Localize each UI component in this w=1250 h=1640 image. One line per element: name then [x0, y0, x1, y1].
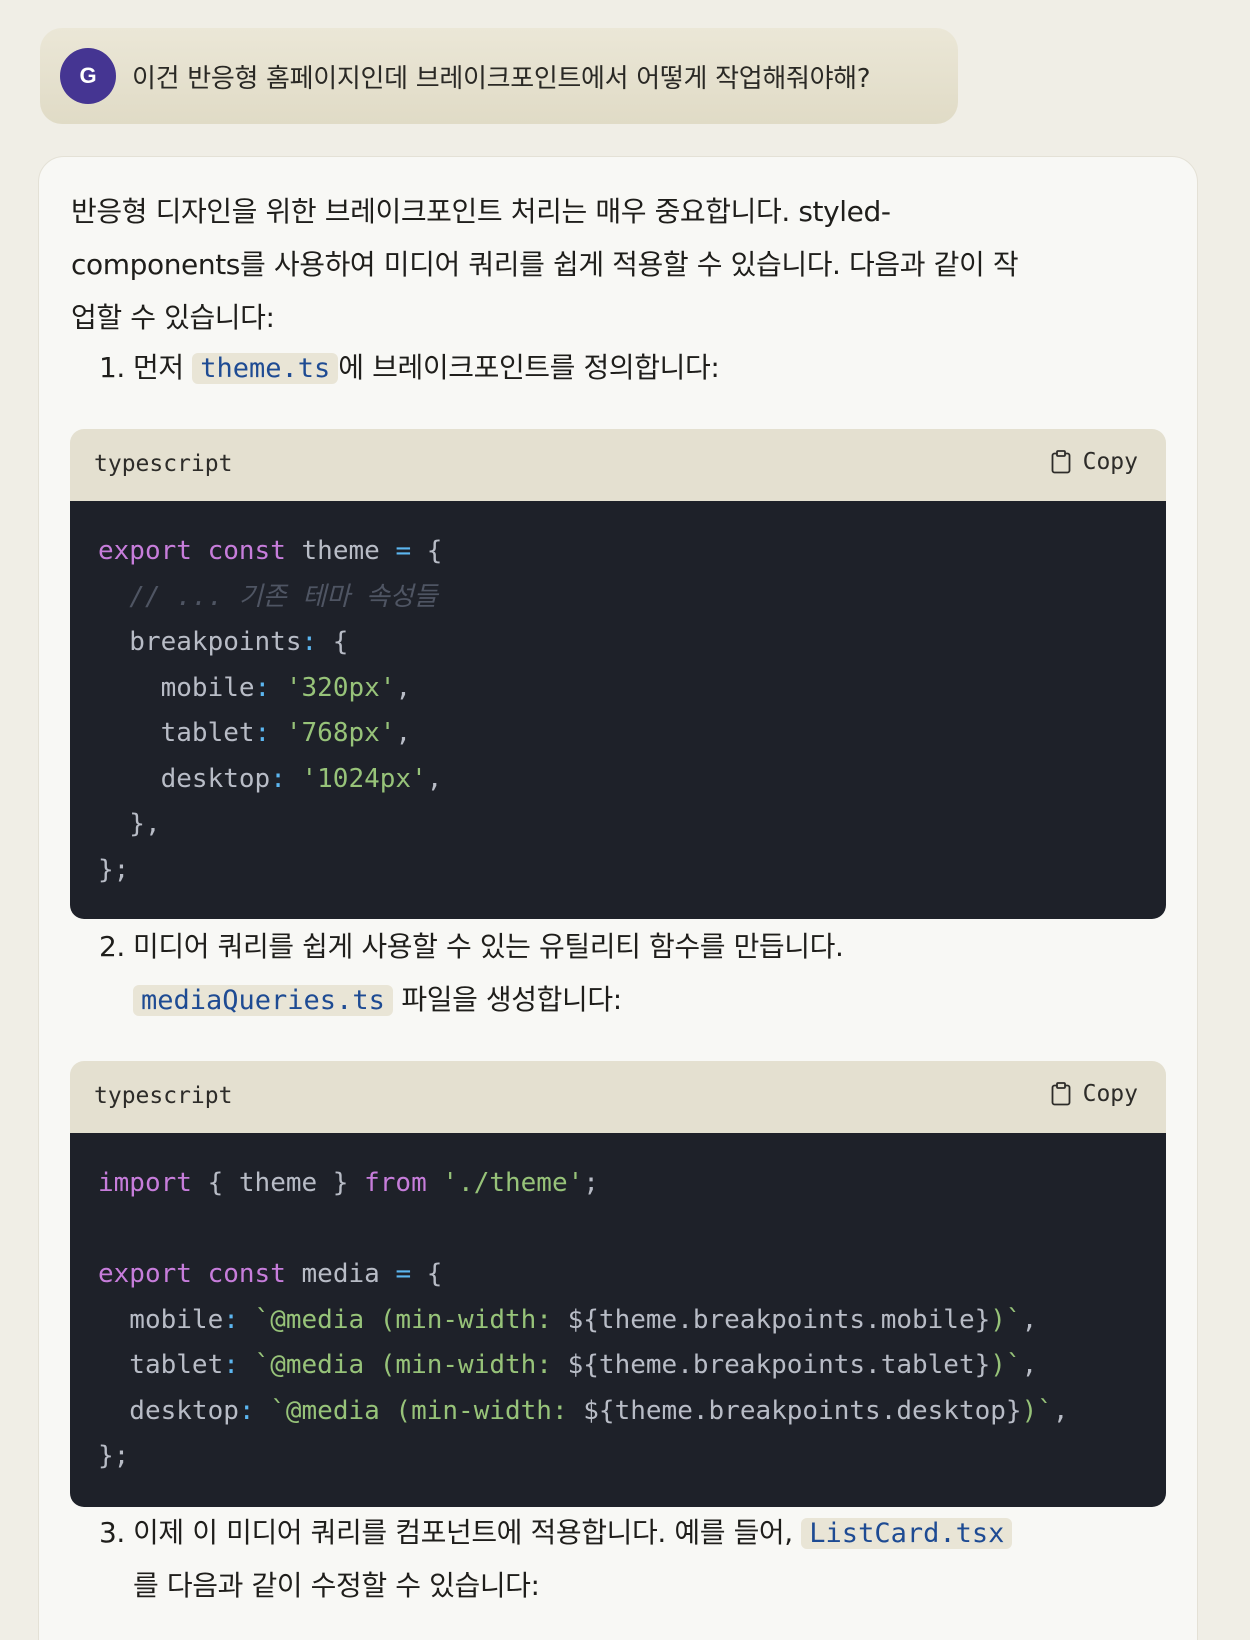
intro-line-1: 반응형 디자인을 위한 브레이크포인트 처리는 매우 중요합니다. styled… [71, 195, 891, 228]
user-message-bubble: G 이건 반응형 홈페이지인데 브레이크포인트에서 어떻게 작업해줘야해? [40, 28, 958, 124]
user-message-text: 이건 반응형 홈페이지인데 브레이크포인트에서 어떻게 작업해줘야해? [132, 63, 871, 94]
clipboard-icon [1051, 1082, 1071, 1106]
copy-button[interactable]: Copy [1051, 1081, 1138, 1107]
copy-button[interactable]: Copy [1051, 449, 1138, 475]
step-text: 이제 이 미디어 쿼리를 컴포넌트에 적용합니다. 예를 들어, [133, 1516, 802, 1549]
code-language-label: typescript [94, 451, 233, 477]
inline-code-theme-ts: theme.ts [192, 353, 339, 384]
code-block-header: typescript Copy [70, 1061, 1166, 1133]
step-number: 3. [99, 1516, 125, 1549]
assistant-reply: 반응형 디자인을 위한 브레이크포인트 처리는 매우 중요합니다. styled… [38, 156, 1198, 1640]
code-block-header: typescript Copy [70, 429, 1166, 501]
intro-line-3: 업할 수 있습니다: [71, 301, 275, 334]
clipboard-icon [1051, 450, 1071, 474]
inline-code-mediaqueries-ts: mediaQueries.ts [133, 985, 393, 1016]
code-language-label: typescript [94, 1083, 233, 1109]
copy-label: Copy [1082, 1081, 1138, 1107]
step-number: 1. [99, 351, 125, 384]
step-text: 파일을 생성합니다: [392, 983, 622, 1016]
step-text: 에 브레이크포인트를 정의합니다: [338, 351, 720, 384]
inline-code-listcard-tsx: ListCard.tsx [801, 1518, 1013, 1549]
step-2: 2. 미디어 쿼리를 쉽게 사용할 수 있는 유틸리티 함수를 만듭니다. me… [99, 920, 1159, 1026]
code-content: import { theme } from './theme'; export … [70, 1133, 1166, 1507]
code-block-theme: typescript Copy export const theme = { /… [70, 429, 1166, 919]
step-text: 미디어 쿼리를 쉽게 사용할 수 있는 유틸리티 함수를 만듭니다. [133, 930, 844, 963]
copy-label: Copy [1082, 449, 1138, 475]
step-text: 먼저 [133, 351, 193, 384]
code-block-media: typescript Copy import { theme } from '.… [70, 1061, 1166, 1507]
step-text: 를 다음과 같이 수정할 수 있습니다: [133, 1569, 540, 1602]
code-content: export const theme = { // ... 기존 테마 속성들 … [70, 501, 1166, 919]
intro-line-2: components를 사용하여 미디어 쿼리를 쉽게 적용할 수 있습니다. … [71, 248, 1019, 281]
step-3: 3. 이제 이 미디어 쿼리를 컴포넌트에 적용합니다. 예를 들어, List… [99, 1506, 1159, 1612]
step-1: 1. 먼저 theme.ts 에 브레이크포인트를 정의합니다: [99, 341, 1159, 394]
reply-intro: 반응형 디자인을 위한 브레이크포인트 처리는 매우 중요합니다. styled… [71, 185, 1141, 344]
user-avatar: G [60, 48, 116, 104]
step-number: 2. [99, 930, 125, 963]
